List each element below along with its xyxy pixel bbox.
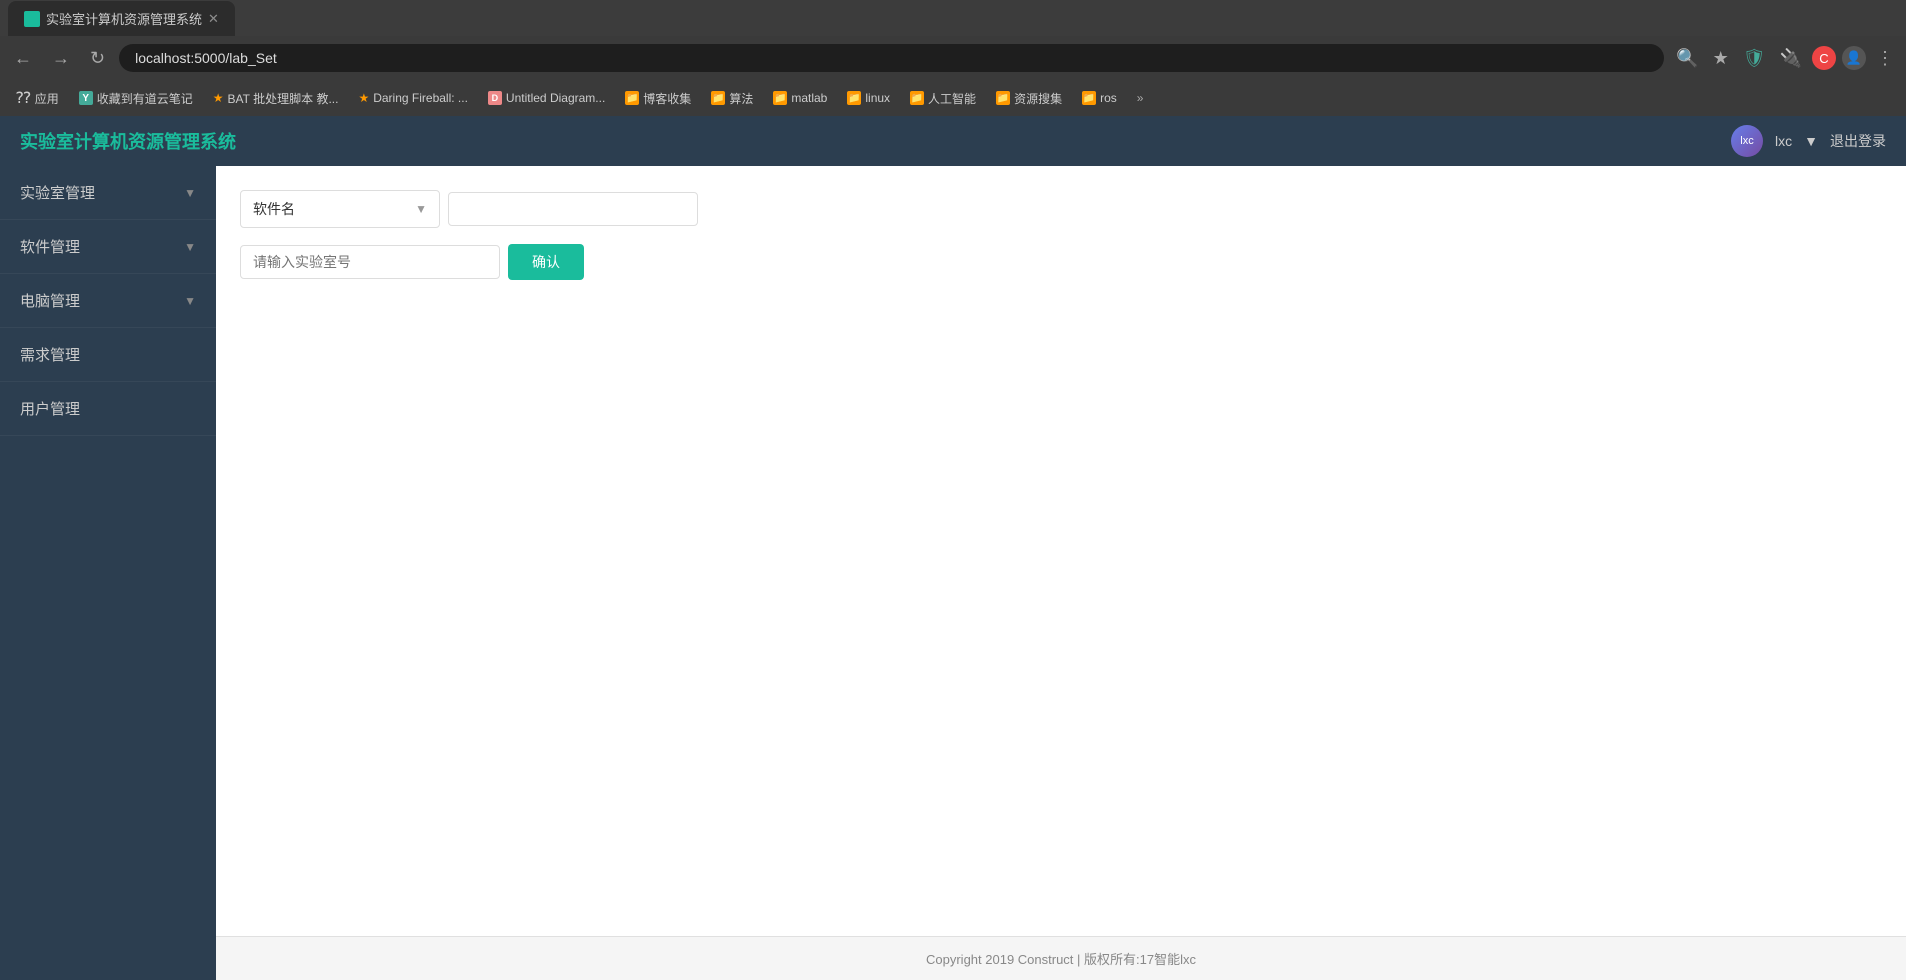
- reload-button[interactable]: ↻: [84, 44, 111, 73]
- algo-favicon: 📁: [711, 91, 725, 105]
- confirm-button[interactable]: 确认: [508, 244, 584, 280]
- bookmark-youdao[interactable]: Y 收藏到有道云笔记: [71, 86, 201, 111]
- bookmark-daring[interactable]: ★ Daring Fireball: ...: [350, 87, 475, 109]
- logout-button[interactable]: 退出登录: [1830, 131, 1886, 151]
- bookmark-bokecollect[interactable]: 📁 博客收集: [617, 86, 699, 111]
- linux-favicon: 📁: [847, 91, 861, 105]
- bookmark-algo-label: 算法: [729, 90, 753, 107]
- bookmark-daring-label: Daring Fireball: ...: [373, 91, 468, 105]
- chevron-down-icon-lab: ▼: [184, 186, 196, 200]
- bookmark-ros-label: ros: [1100, 91, 1117, 105]
- ai-favicon: 📁: [910, 91, 924, 105]
- browser-toolbar: ← → ↻ 🔍 ★ 🛡 🔌 C 👤 ⋮: [0, 36, 1906, 80]
- bookmark-ai[interactable]: 📁 人工智能: [902, 86, 984, 111]
- app-body: 实验室管理 ▼ 软件管理 ▼ 电脑管理 ▼ 需求管理 用户管理: [0, 166, 1906, 980]
- forward-button[interactable]: →: [46, 44, 76, 73]
- bat-star-icon: ★: [213, 91, 224, 105]
- tab-close-button[interactable]: ✕: [208, 11, 219, 27]
- account-icon[interactable]: 👤: [1842, 46, 1866, 70]
- daring-star-icon: ★: [358, 91, 369, 105]
- browser-chrome: 实验室计算机资源管理系统 ✕ ← → ↻ 🔍 ★ 🛡 🔌 C 👤 ⋮ ⁇ 应用 …: [0, 0, 1906, 116]
- bookmark-resource[interactable]: 📁 资源搜集: [988, 86, 1070, 111]
- username-label: lxc: [1775, 133, 1792, 149]
- bookmark-matlab[interactable]: 📁 matlab: [765, 87, 835, 109]
- sidebar-item-software-mgmt[interactable]: 软件管理 ▼: [0, 220, 216, 274]
- copyright-text: Copyright 2019 Construct | 版权所有:17智能lxc: [926, 952, 1196, 967]
- user-area: lxc lxc ▼ 退出登录: [1731, 125, 1886, 157]
- avatar: lxc: [1731, 125, 1763, 157]
- bookmark-algo[interactable]: 📁 算法: [703, 86, 761, 111]
- tab-title: 实验室计算机资源管理系统: [46, 9, 202, 28]
- boke-favicon: 📁: [625, 91, 639, 105]
- software-name-select-label: 软件名: [253, 199, 295, 219]
- apps-grid-icon: ⁇: [16, 88, 31, 108]
- sidebar-label-lab-mgmt: 实验室管理: [20, 182, 95, 203]
- software-name-select[interactable]: 软件名 ▼: [240, 190, 440, 228]
- toolbar-icons: 🔍 ★ 🛡 🔌 C 👤 ⋮: [1672, 44, 1898, 73]
- untitled-favicon: D: [488, 91, 502, 105]
- bookmark-ros[interactable]: 📁 ros: [1074, 87, 1125, 109]
- resource-favicon: 📁: [996, 91, 1010, 105]
- bookmark-more[interactable]: »: [1129, 87, 1152, 109]
- matlab-favicon: 📁: [773, 91, 787, 105]
- bookmark-boke-label: 博客收集: [643, 90, 691, 107]
- bookmark-untitled-label: Untitled Diagram...: [506, 91, 605, 105]
- app-title: 实验室计算机资源管理系统: [20, 128, 236, 154]
- bookmark-youdao-label: 收藏到有道云笔记: [97, 90, 193, 107]
- ros-favicon: 📁: [1082, 91, 1096, 105]
- sidebar-item-user-mgmt[interactable]: 用户管理: [0, 382, 216, 436]
- bookmark-untitled[interactable]: D Untitled Diagram...: [480, 87, 613, 109]
- back-button[interactable]: ←: [8, 44, 38, 73]
- bookmark-apps-label: 应用: [35, 90, 59, 107]
- lab-number-input[interactable]: [240, 245, 500, 279]
- app-header: 实验室计算机资源管理系统 lxc lxc ▼ 退出登录: [0, 116, 1906, 166]
- bookmark-linux[interactable]: 📁 linux: [839, 87, 898, 109]
- sidebar-label-user-mgmt: 用户管理: [20, 398, 80, 419]
- youdao-favicon: Y: [79, 91, 93, 105]
- content-area: 软件名 ▼ 确认: [216, 166, 1906, 936]
- bookmark-ai-label: 人工智能: [928, 90, 976, 107]
- bookmarks-bar: ⁇ 应用 Y 收藏到有道云笔记 ★ BAT 批处理脚本 教... ★ Darin…: [0, 80, 1906, 116]
- main-content: 软件名 ▼ 确认 Copyright 2019 Construct | 版权所有…: [216, 166, 1906, 980]
- bookmark-matlab-label: matlab: [791, 91, 827, 105]
- avatar-initials: lxc: [1740, 135, 1753, 147]
- software-name-input[interactable]: [448, 192, 698, 226]
- bookmark-bat[interactable]: ★ BAT 批处理脚本 教...: [205, 86, 347, 111]
- user-dropdown-icon[interactable]: ▼: [1804, 133, 1818, 149]
- bookmark-bat-label: BAT 批处理脚本 教...: [228, 90, 339, 107]
- chevron-down-icon-software: ▼: [184, 240, 196, 254]
- browser-tabs: 实验室计算机资源管理系统 ✕: [0, 0, 1906, 36]
- filter-row-2: 确认: [240, 244, 1882, 280]
- sidebar-label-demand-mgmt: 需求管理: [20, 344, 80, 365]
- sidebar-item-demand-mgmt[interactable]: 需求管理: [0, 328, 216, 382]
- bookmark-star-icon[interactable]: ★: [1709, 44, 1733, 73]
- sidebar-label-software-mgmt: 软件管理: [20, 236, 80, 257]
- shield-icon[interactable]: 🛡: [1739, 44, 1770, 73]
- filter-row-1: 软件名 ▼: [240, 190, 1882, 228]
- profile-icon[interactable]: C: [1812, 46, 1836, 70]
- sidebar-item-lab-mgmt[interactable]: 实验室管理 ▼: [0, 166, 216, 220]
- select-dropdown-icon: ▼: [415, 202, 427, 216]
- address-bar[interactable]: [119, 44, 1664, 72]
- more-menu-icon[interactable]: ⋮: [1872, 44, 1898, 73]
- extension-icon[interactable]: 🔌: [1776, 44, 1806, 73]
- bookmark-resource-label: 资源搜集: [1014, 90, 1062, 107]
- bookmark-linux-label: linux: [865, 91, 890, 105]
- bookmark-apps[interactable]: ⁇ 应用: [8, 84, 67, 112]
- active-tab[interactable]: 实验室计算机资源管理系统 ✕: [8, 1, 235, 36]
- sidebar: 实验室管理 ▼ 软件管理 ▼ 电脑管理 ▼ 需求管理 用户管理: [0, 166, 216, 980]
- footer: Copyright 2019 Construct | 版权所有:17智能lxc: [216, 936, 1906, 980]
- sidebar-label-computer-mgmt: 电脑管理: [20, 290, 80, 311]
- tab-favicon: [24, 11, 40, 27]
- chevron-down-icon-computer: ▼: [184, 294, 196, 308]
- search-icon[interactable]: 🔍: [1672, 44, 1702, 73]
- app-wrapper: 实验室计算机资源管理系统 lxc lxc ▼ 退出登录 实验室管理 ▼ 软件管理…: [0, 116, 1906, 980]
- sidebar-item-computer-mgmt[interactable]: 电脑管理 ▼: [0, 274, 216, 328]
